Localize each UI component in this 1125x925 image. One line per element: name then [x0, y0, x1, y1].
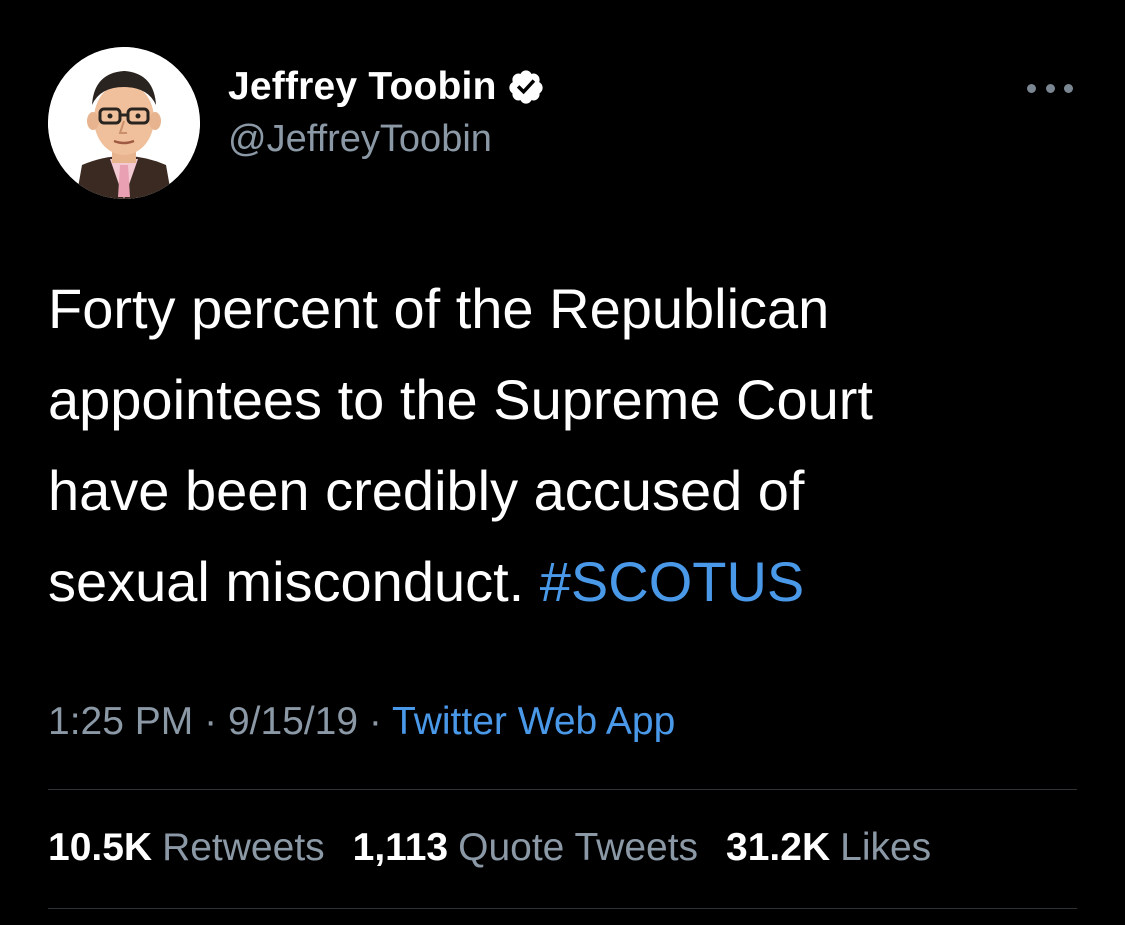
- more-dot: [1027, 83, 1036, 93]
- likes-stat[interactable]: 31.2K Likes: [726, 826, 931, 870]
- quote-tweets-stat[interactable]: 1,113 Quote Tweets: [353, 826, 698, 870]
- retweets-stat[interactable]: 10.5K Retweets: [48, 826, 325, 870]
- tweet-time[interactable]: 1:25 PM: [48, 700, 193, 743]
- avatar[interactable]: [48, 47, 200, 199]
- tweet-date[interactable]: 9/15/19: [228, 700, 358, 743]
- user-handle[interactable]: @JeffreyToobin: [228, 118, 545, 161]
- tweet-text-line: Forty percent of the Republican: [48, 277, 830, 340]
- tweet-text-line: have been credibly accused of: [48, 459, 805, 522]
- divider: [48, 789, 1077, 790]
- tweet-card: Jeffrey Toobin @JeffreyToobin Forty perc…: [0, 0, 1125, 925]
- tweet-source-link[interactable]: Twitter Web App: [392, 700, 675, 743]
- more-dot: [1045, 83, 1055, 93]
- likes-label: Likes: [840, 826, 932, 869]
- display-name[interactable]: Jeffrey Toobin: [228, 65, 497, 109]
- user-info: Jeffrey Toobin @JeffreyToobin: [228, 62, 545, 161]
- retweets-label: Retweets: [162, 826, 325, 869]
- divider: [48, 908, 1077, 909]
- more-dot: [1064, 83, 1073, 93]
- tweet-metadata: 1:25 PM · 9/15/19 · Twitter Web App: [48, 700, 675, 744]
- likes-count: 31.2K: [726, 826, 831, 869]
- tweet-text-line: appointees to the Supreme Court: [48, 368, 873, 431]
- quote-tweets-label: Quote Tweets: [458, 826, 699, 869]
- more-options-icon[interactable]: [1027, 76, 1073, 100]
- engagement-stats: 10.5K Retweets 1,113 Quote Tweets 31.2K Lik…: [48, 826, 931, 870]
- quote-tweets-count: 1,113: [352, 826, 449, 869]
- avatar-illustration: [48, 47, 200, 199]
- verified-badge-icon: [507, 68, 545, 106]
- hashtag-link[interactable]: #SCOTUS: [540, 550, 805, 613]
- tweet-text: Forty percent of the Republican appointe…: [48, 263, 1088, 627]
- tweet-text-line: sexual misconduct.: [48, 550, 525, 613]
- meta-separator: ·: [368, 700, 382, 743]
- retweets-count: 10.5K: [48, 826, 153, 869]
- meta-separator: ·: [204, 700, 218, 743]
- name-row: Jeffrey Toobin: [228, 62, 545, 112]
- tweet-text-last-line: sexual misconduct. #SCOTUS: [48, 536, 1088, 627]
